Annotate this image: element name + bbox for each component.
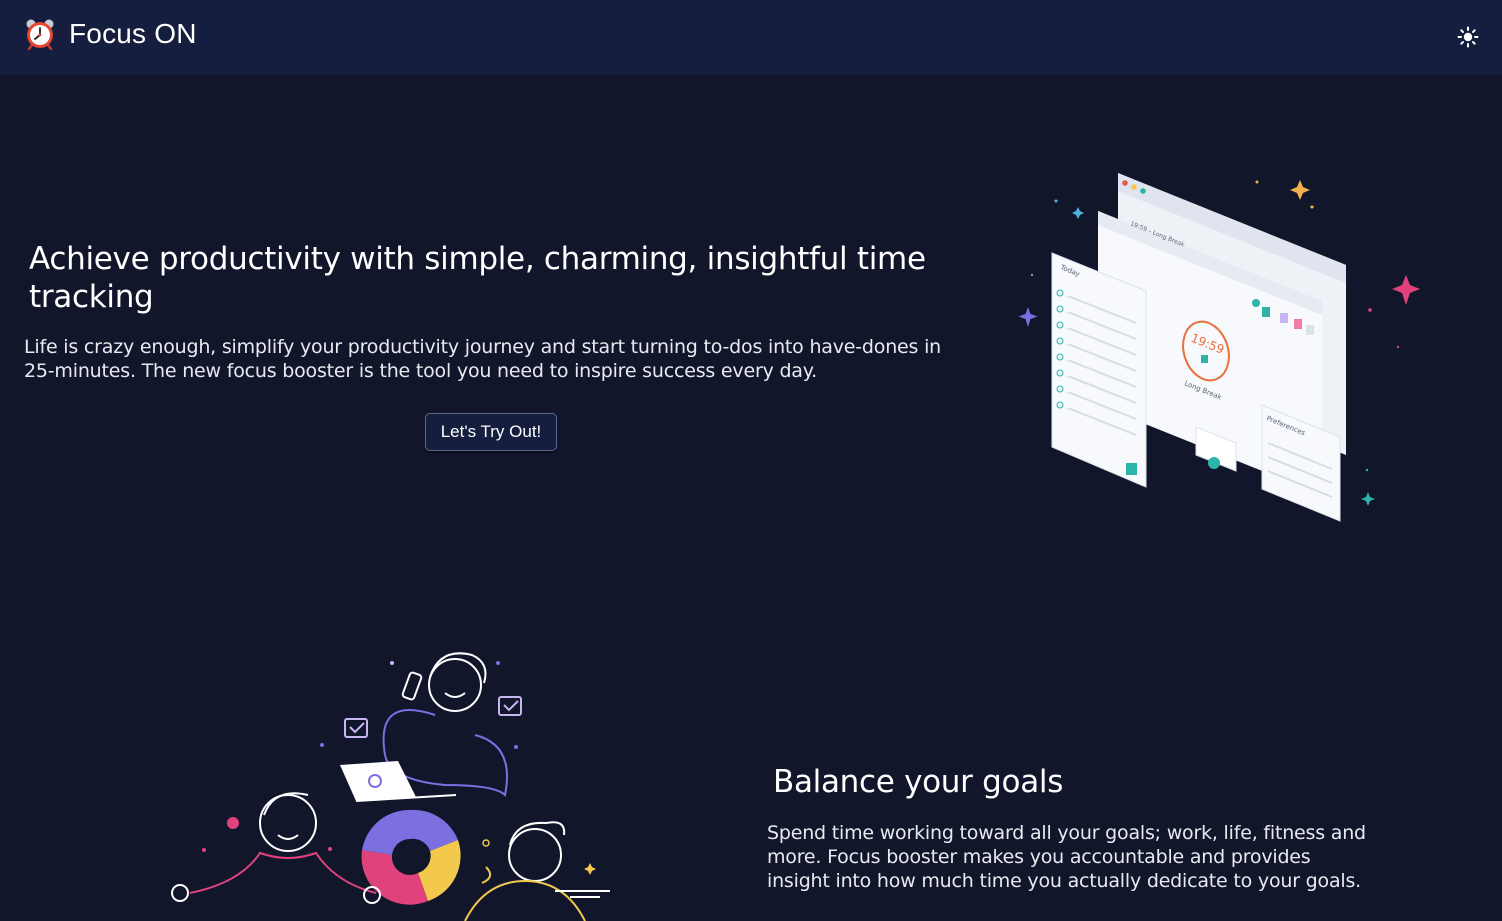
sparkle-icon (1290, 180, 1310, 200)
sparkle-icon (1361, 492, 1375, 506)
sparkle-icon (1072, 207, 1084, 219)
try-out-button[interactable]: Let's Try Out! (425, 413, 557, 451)
goals-text: Spend time working toward all your goals… (767, 822, 1366, 892)
timer-app-illustration: 19:59 – Long Break 19:59 Long Break Toda… (1018, 173, 1420, 522)
alarm-clock-icon (26, 19, 54, 50)
navbar: Focus ON (0, 0, 1502, 75)
hero-title: Achieve productivity with simple, charmi… (29, 241, 926, 315)
sparkle-icon (1018, 307, 1038, 327)
brand[interactable]: Focus ON (24, 18, 197, 50)
app-title: Focus ON (69, 18, 197, 49)
theme-toggle-button[interactable] (1456, 25, 1480, 49)
goals-illustration (171, 652, 610, 921)
goals-title: Balance your goals (773, 764, 1064, 800)
hero-subtitle: Life is crazy enough, simplify your prod… (24, 336, 941, 382)
sun-icon (1457, 26, 1479, 48)
sparkle-icon (1392, 275, 1420, 305)
